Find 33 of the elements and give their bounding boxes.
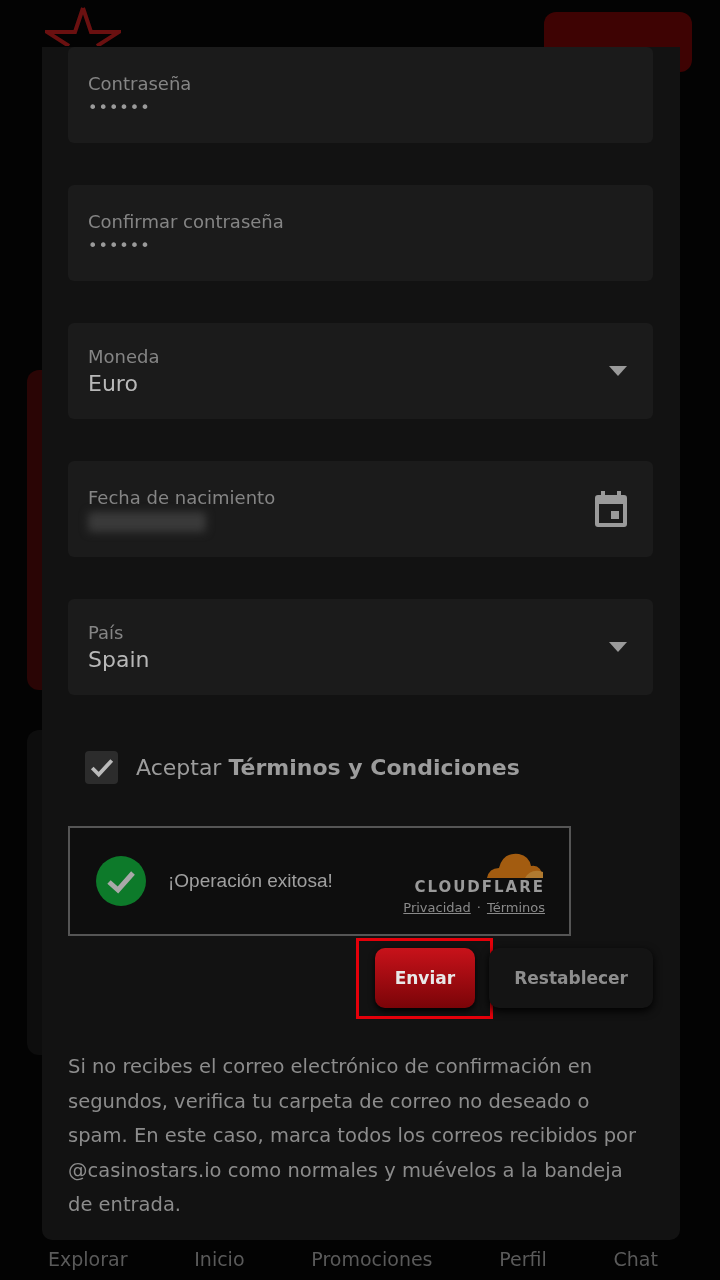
star-logo-icon[interactable] <box>45 6 121 46</box>
checkbox[interactable] <box>85 751 118 784</box>
nav-item[interactable]: Chat <box>613 1246 658 1272</box>
calendar-icon[interactable] <box>595 491 627 527</box>
password-value: •••••• <box>88 98 152 117</box>
nav-item[interactable]: Perfil <box>499 1246 547 1272</box>
field-label: Moneda <box>88 346 160 367</box>
field-label: Confirmar contraseña <box>88 211 284 232</box>
form-field[interactable]: País Spain <box>68 599 653 695</box>
form-field[interactable]: Confirmar contraseña •••••• <box>68 185 653 281</box>
terms-label[interactable]: Aceptar Términos y Condiciones <box>136 755 520 780</box>
field-label: País <box>88 622 125 643</box>
nav-item[interactable]: Promociones <box>311 1246 433 1272</box>
form-field[interactable]: Fecha de nacimiento <box>68 461 653 557</box>
password-value: •••••• <box>88 236 152 255</box>
terms-link[interactable]: Términos <box>486 899 545 915</box>
info-paragraph: Si no recibes el correo electrónico de confirmación en segundos, verifica tu carpeta de correo no deseado o spam. En este caso, marca todos los correos recibidos por @casinostars.io como normales y muévelos a la bandeja de entrada. <box>68 1054 637 1218</box>
field-value: Spain <box>88 647 150 672</box>
captcha-status: ¡Operación exitosa! <box>168 870 334 892</box>
field-label: Fecha de nacimiento <box>88 486 276 508</box>
form-field[interactable]: Moneda Euro <box>68 323 653 419</box>
submit-button[interactable]: Enviar <box>374 948 476 1008</box>
nav-item[interactable]: Explorar <box>48 1246 128 1272</box>
nav-item[interactable]: Inicio <box>194 1246 245 1272</box>
caret-icon <box>609 642 627 652</box>
form-field[interactable]: Contraseña •••••• <box>68 47 653 143</box>
brand-logo-text: CLOUDFLARE <box>414 877 545 896</box>
reset-button[interactable]: Restablecer <box>489 948 653 1008</box>
field-label: Contraseña <box>88 73 192 94</box>
caret-icon <box>609 366 627 376</box>
field-value: Euro <box>88 371 139 396</box>
separator-dot: · <box>476 899 481 915</box>
privacy-link[interactable]: Privacidad <box>403 899 471 915</box>
